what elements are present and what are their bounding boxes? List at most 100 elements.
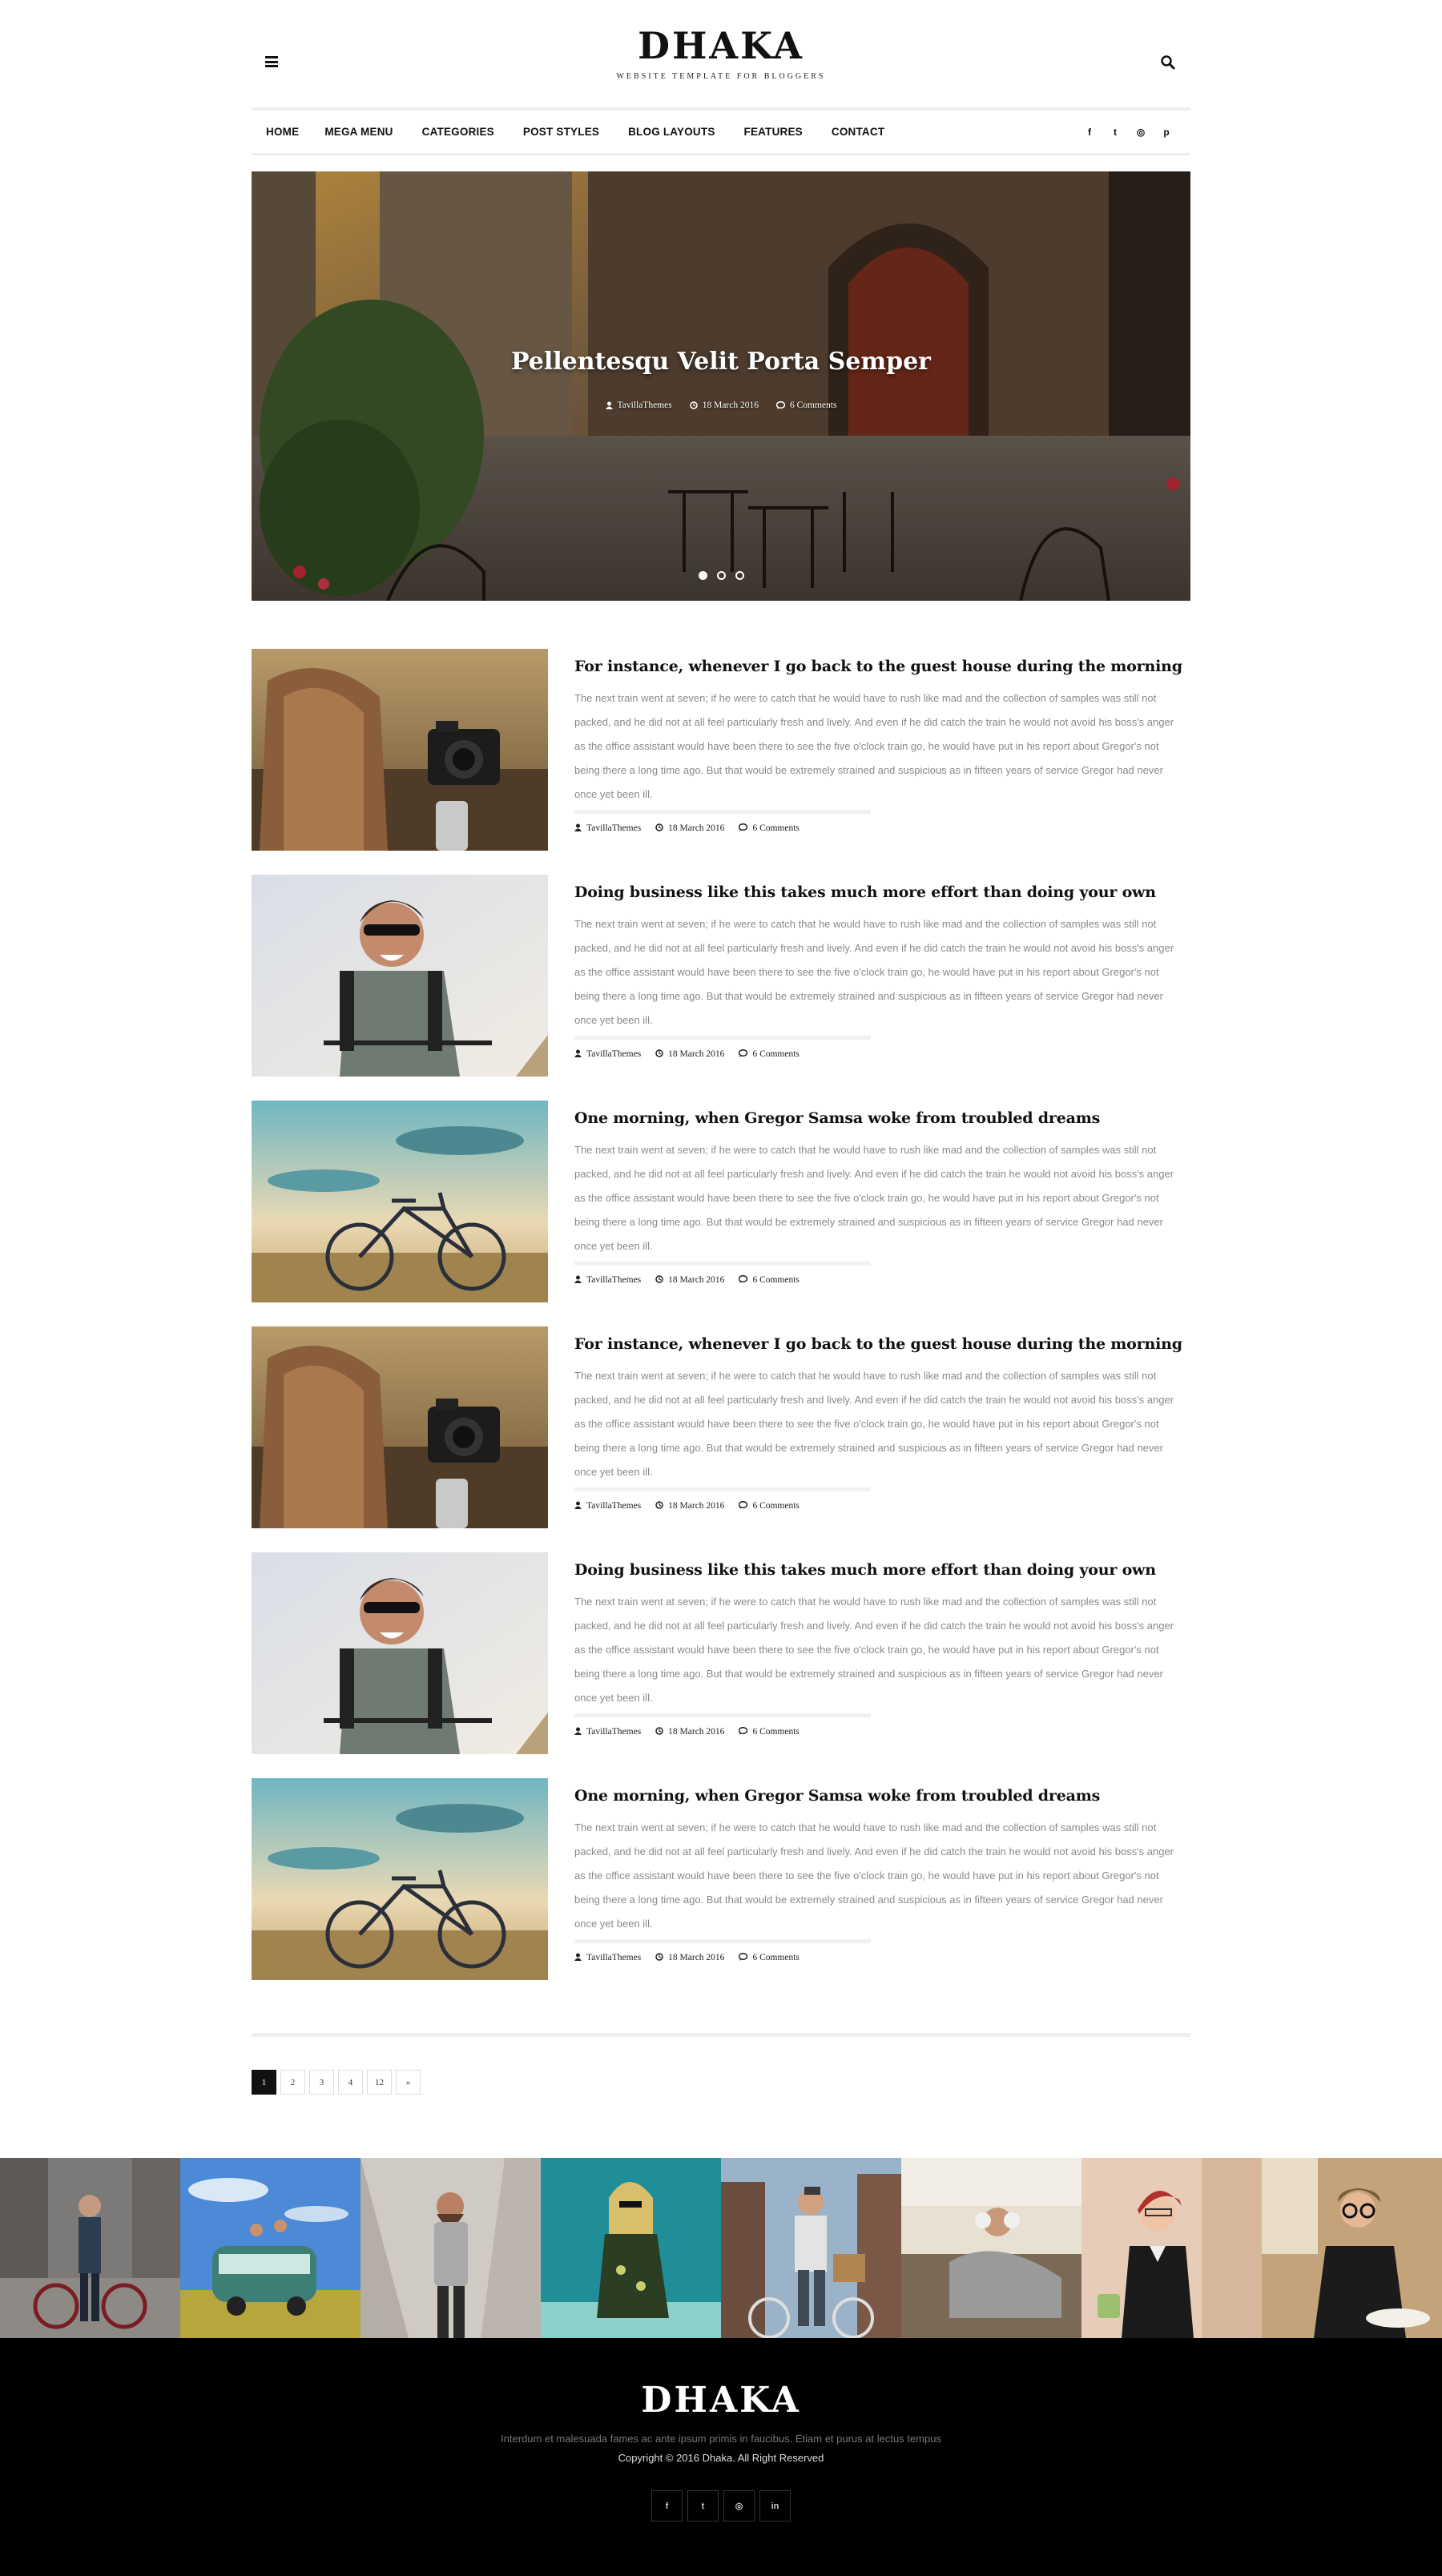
pinterest-icon[interactable]: p — [1154, 127, 1179, 138]
clock-icon — [655, 1500, 663, 1511]
post-title[interactable]: For instance, whenever I go back to the … — [574, 1334, 1191, 1354]
post-card: For instance, whenever I go back to the … — [252, 1326, 1190, 1528]
post-thumbnail[interactable] — [252, 1326, 548, 1528]
page-link-2[interactable]: 2 — [280, 2070, 305, 2095]
hero-title[interactable]: Pellentesqu Velit Porta Semper — [252, 348, 1190, 376]
instagram-tile[interactable] — [0, 2158, 180, 2338]
user-icon — [574, 1953, 582, 1963]
instagram-icon[interactable]: ◎ — [1128, 127, 1154, 138]
search-icon[interactable] — [1160, 54, 1176, 70]
post-title[interactable]: One morning, when Gregor Samsa woke from… — [574, 1109, 1191, 1129]
post-content: Doing business like this takes much more… — [574, 883, 1191, 1060]
footer-description: Interdum et malesuada fames ac ante ipsu… — [501, 2433, 941, 2445]
user-icon — [574, 823, 582, 834]
post-meta: TavillaThemes 18 March 2016 6 Comments — [574, 1726, 1191, 1737]
post-author[interactable]: TavillaThemes — [574, 1275, 641, 1286]
post-comments[interactable]: 6 Comments — [739, 1500, 800, 1511]
instagram-tile[interactable] — [1262, 2158, 1442, 2338]
post-thumbnail[interactable] — [252, 1101, 548, 1302]
nav-item-mega-menu[interactable]: MEGA MENU — [324, 126, 393, 138]
footer-text: Interdum et malesuada fames ac ante ipsu… — [481, 2429, 961, 2468]
post-date: 18 March 2016 — [655, 823, 724, 834]
nav-item-categories[interactable]: CATEGORIES — [422, 126, 494, 138]
post-divider — [574, 1487, 871, 1491]
hero-comments[interactable]: 6 Comments — [775, 400, 836, 410]
post-excerpt: The next train went at seven; if he were… — [574, 1369, 1174, 1478]
logo-block: DHAKA Website Template for Bloggers — [252, 27, 1190, 81]
post-author[interactable]: TavillaThemes — [574, 1727, 641, 1737]
post-comments[interactable]: 6 Comments — [739, 1049, 800, 1060]
post-thumbnail[interactable] — [252, 875, 548, 1077]
post-title[interactable]: One morning, when Gregor Samsa woke from… — [574, 1786, 1191, 1806]
page-link-4[interactable]: 4 — [338, 2070, 363, 2095]
post-comments[interactable]: 6 Comments — [739, 823, 800, 834]
nav-item-post-styles[interactable]: POST STYLES — [523, 126, 599, 138]
twitter-icon[interactable]: t — [687, 2490, 719, 2522]
post-title[interactable]: Doing business like this takes much more… — [574, 1560, 1191, 1580]
nav-menu: HOME MEGA MENU CATEGORIES POST STYLES BL… — [266, 111, 913, 153]
page-link-1[interactable]: 1 — [252, 2070, 276, 2095]
post-author[interactable]: TavillaThemes — [574, 1049, 641, 1060]
post-comments[interactable]: 6 Comments — [739, 1726, 800, 1737]
post-content: For instance, whenever I go back to the … — [574, 657, 1191, 834]
comment-icon — [739, 1952, 748, 1963]
post-title[interactable]: For instance, whenever I go back to the … — [574, 657, 1191, 677]
nav-item-blog-layouts[interactable]: BLOG LAYOUTS — [628, 126, 715, 138]
hero-image — [252, 171, 1190, 601]
instagram-tile[interactable] — [1082, 2158, 1262, 2338]
site-logo[interactable]: DHAKA — [252, 27, 1190, 64]
pagination-divider — [252, 2033, 1190, 2037]
page-link-3[interactable]: 3 — [309, 2070, 334, 2095]
twitter-icon[interactable]: t — [1102, 127, 1128, 138]
post-divider — [574, 1938, 871, 1943]
comment-icon — [775, 401, 785, 409]
hero-slider[interactable]: Pellentesqu Velit Porta Semper TavillaTh… — [252, 171, 1190, 601]
linkedin-icon[interactable]: in — [759, 2490, 791, 2522]
post-author[interactable]: TavillaThemes — [574, 1953, 641, 1963]
slider-dot-3[interactable] — [735, 571, 744, 580]
facebook-icon[interactable]: f — [1077, 127, 1102, 138]
instagram-tile[interactable] — [721, 2158, 901, 2338]
instagram-icon[interactable]: ◎ — [723, 2490, 755, 2522]
clock-icon — [655, 823, 663, 834]
post-thumbnail[interactable] — [252, 1778, 548, 1980]
site-header: DHAKA Website Template for Bloggers — [252, 0, 1190, 107]
comment-icon — [739, 1726, 748, 1737]
post-thumbnail[interactable] — [252, 649, 548, 851]
post-comments[interactable]: 6 Comments — [739, 1952, 800, 1963]
post-card: For instance, whenever I go back to the … — [252, 649, 1190, 851]
nav-item-contact[interactable]: CONTACT — [832, 126, 884, 138]
post-meta: TavillaThemes 18 March 2016 6 Comments — [574, 823, 1191, 834]
footer-logo[interactable]: DHAKA — [0, 2380, 1442, 2421]
post-comments[interactable]: 6 Comments — [739, 1274, 800, 1286]
post-content: One morning, when Gregor Samsa woke from… — [574, 1109, 1191, 1286]
user-icon — [574, 1727, 582, 1737]
post-excerpt: The next train went at seven; if he were… — [574, 1595, 1174, 1704]
post-author[interactable]: TavillaThemes — [574, 1501, 641, 1511]
instagram-tile[interactable] — [901, 2158, 1082, 2338]
post-author[interactable]: TavillaThemes — [574, 823, 641, 834]
hero-author[interactable]: TavillaThemes — [605, 400, 672, 410]
instagram-tile[interactable] — [180, 2158, 360, 2338]
page-next-button[interactable]: » — [396, 2070, 421, 2095]
comment-icon — [739, 1274, 748, 1286]
comment-icon — [739, 1049, 748, 1060]
post-title[interactable]: Doing business like this takes much more… — [574, 883, 1191, 903]
nav-item-features[interactable]: FEATURES — [744, 126, 803, 138]
pagination: 1 2 3 4 ... 12 » — [252, 2070, 421, 2487]
slider-dot-1[interactable] — [698, 571, 707, 580]
page-link-12[interactable]: 12 — [367, 2070, 392, 2095]
clock-icon — [655, 1049, 663, 1060]
clock-icon — [655, 1952, 663, 1963]
nav-item-home[interactable]: HOME — [266, 126, 299, 138]
user-icon — [574, 1049, 582, 1060]
user-icon — [574, 1275, 582, 1286]
facebook-icon[interactable]: f — [651, 2490, 683, 2522]
post-card: One morning, when Gregor Samsa woke from… — [252, 1778, 1190, 1980]
instagram-tile[interactable] — [360, 2158, 541, 2338]
post-thumbnail[interactable] — [252, 1552, 548, 1754]
slider-dot-2[interactable] — [716, 571, 726, 580]
post-divider — [574, 1713, 871, 1717]
post-content: For instance, whenever I go back to the … — [574, 1334, 1191, 1511]
instagram-tile[interactable] — [541, 2158, 721, 2338]
